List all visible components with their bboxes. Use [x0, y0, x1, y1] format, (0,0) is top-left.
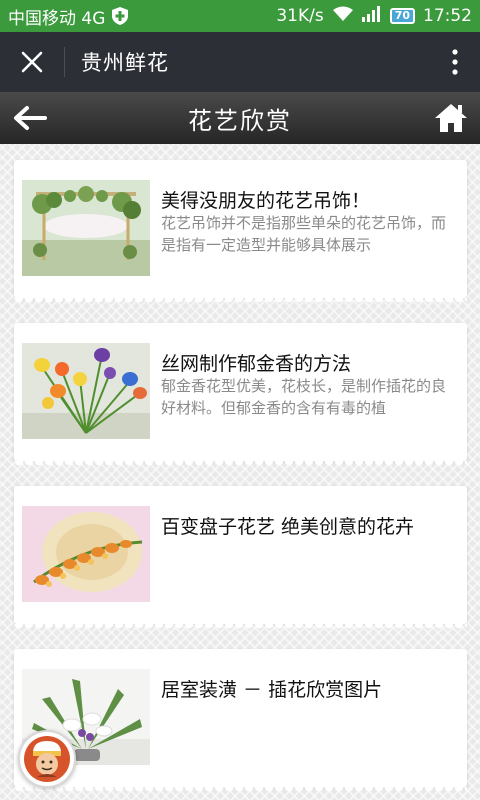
- status-bar: 中国移动 4G 31K/s 70 17:52: [0, 0, 480, 32]
- close-button[interactable]: [0, 32, 64, 92]
- arrow-left-icon: [14, 106, 47, 130]
- article-description: 花艺吊饰并不是指那些单朵的花艺吊饰，而是指有一定造型并能够具体展示: [161, 214, 447, 254]
- more-button[interactable]: [430, 32, 480, 92]
- article-description: [161, 538, 457, 582]
- article-title: 居室装潢 － 插花欣赏图片: [161, 679, 383, 701]
- shield-icon: [111, 6, 129, 26]
- more-vertical-icon: [452, 49, 458, 75]
- chef-avatar-button[interactable]: [18, 730, 76, 788]
- article-card[interactable]: 居室装潢 － 插花欣赏图片: [14, 649, 467, 793]
- app-nav-bar: 贵州鲜花: [0, 32, 480, 92]
- back-button[interactable]: [10, 100, 50, 136]
- article-description: 郁金香花型优美，花枝长，是制作插花的良好材料。但郁金香的含有有毒的植: [161, 377, 447, 417]
- article-title: 百变盘子花艺 绝美创意的花卉: [161, 516, 415, 538]
- article-thumbnail: [22, 180, 150, 276]
- article-card[interactable]: 百变盘子花艺 绝美创意的花卉: [14, 486, 467, 630]
- article-thumbnail: [22, 506, 150, 602]
- signal-icon: [361, 5, 382, 27]
- app-title: 贵州鲜花: [81, 51, 169, 75]
- chef-avatar-icon: [24, 736, 70, 782]
- close-icon: [21, 51, 43, 73]
- wifi-icon: [332, 6, 354, 27]
- article-card[interactable]: 美得没朋友的花艺吊饰！ 花艺吊饰并不是指那些单朵的花艺吊饰，而是指有一定造型并能…: [14, 160, 467, 304]
- page-header: 花艺欣赏: [0, 92, 480, 144]
- home-button[interactable]: [432, 99, 470, 137]
- article-title: 丝网制作郁金香的方法: [161, 353, 352, 375]
- nav-divider: [64, 47, 65, 77]
- battery-icon: 70: [389, 8, 415, 24]
- network-speed: 31K/s: [276, 6, 324, 26]
- carrier-label: 中国移动 4G: [8, 8, 106, 29]
- article-thumbnail: [22, 343, 150, 439]
- home-icon: [435, 104, 467, 132]
- page-title: 花艺欣赏: [188, 106, 292, 135]
- article-description: [161, 701, 457, 745]
- article-title: 美得没朋友的花艺吊饰！: [161, 190, 371, 212]
- clock: 17:52: [423, 6, 472, 26]
- article-card[interactable]: 丝网制作郁金香的方法 郁金香花型优美，花枝长，是制作插花的良好材料。但郁金香的含…: [14, 323, 467, 467]
